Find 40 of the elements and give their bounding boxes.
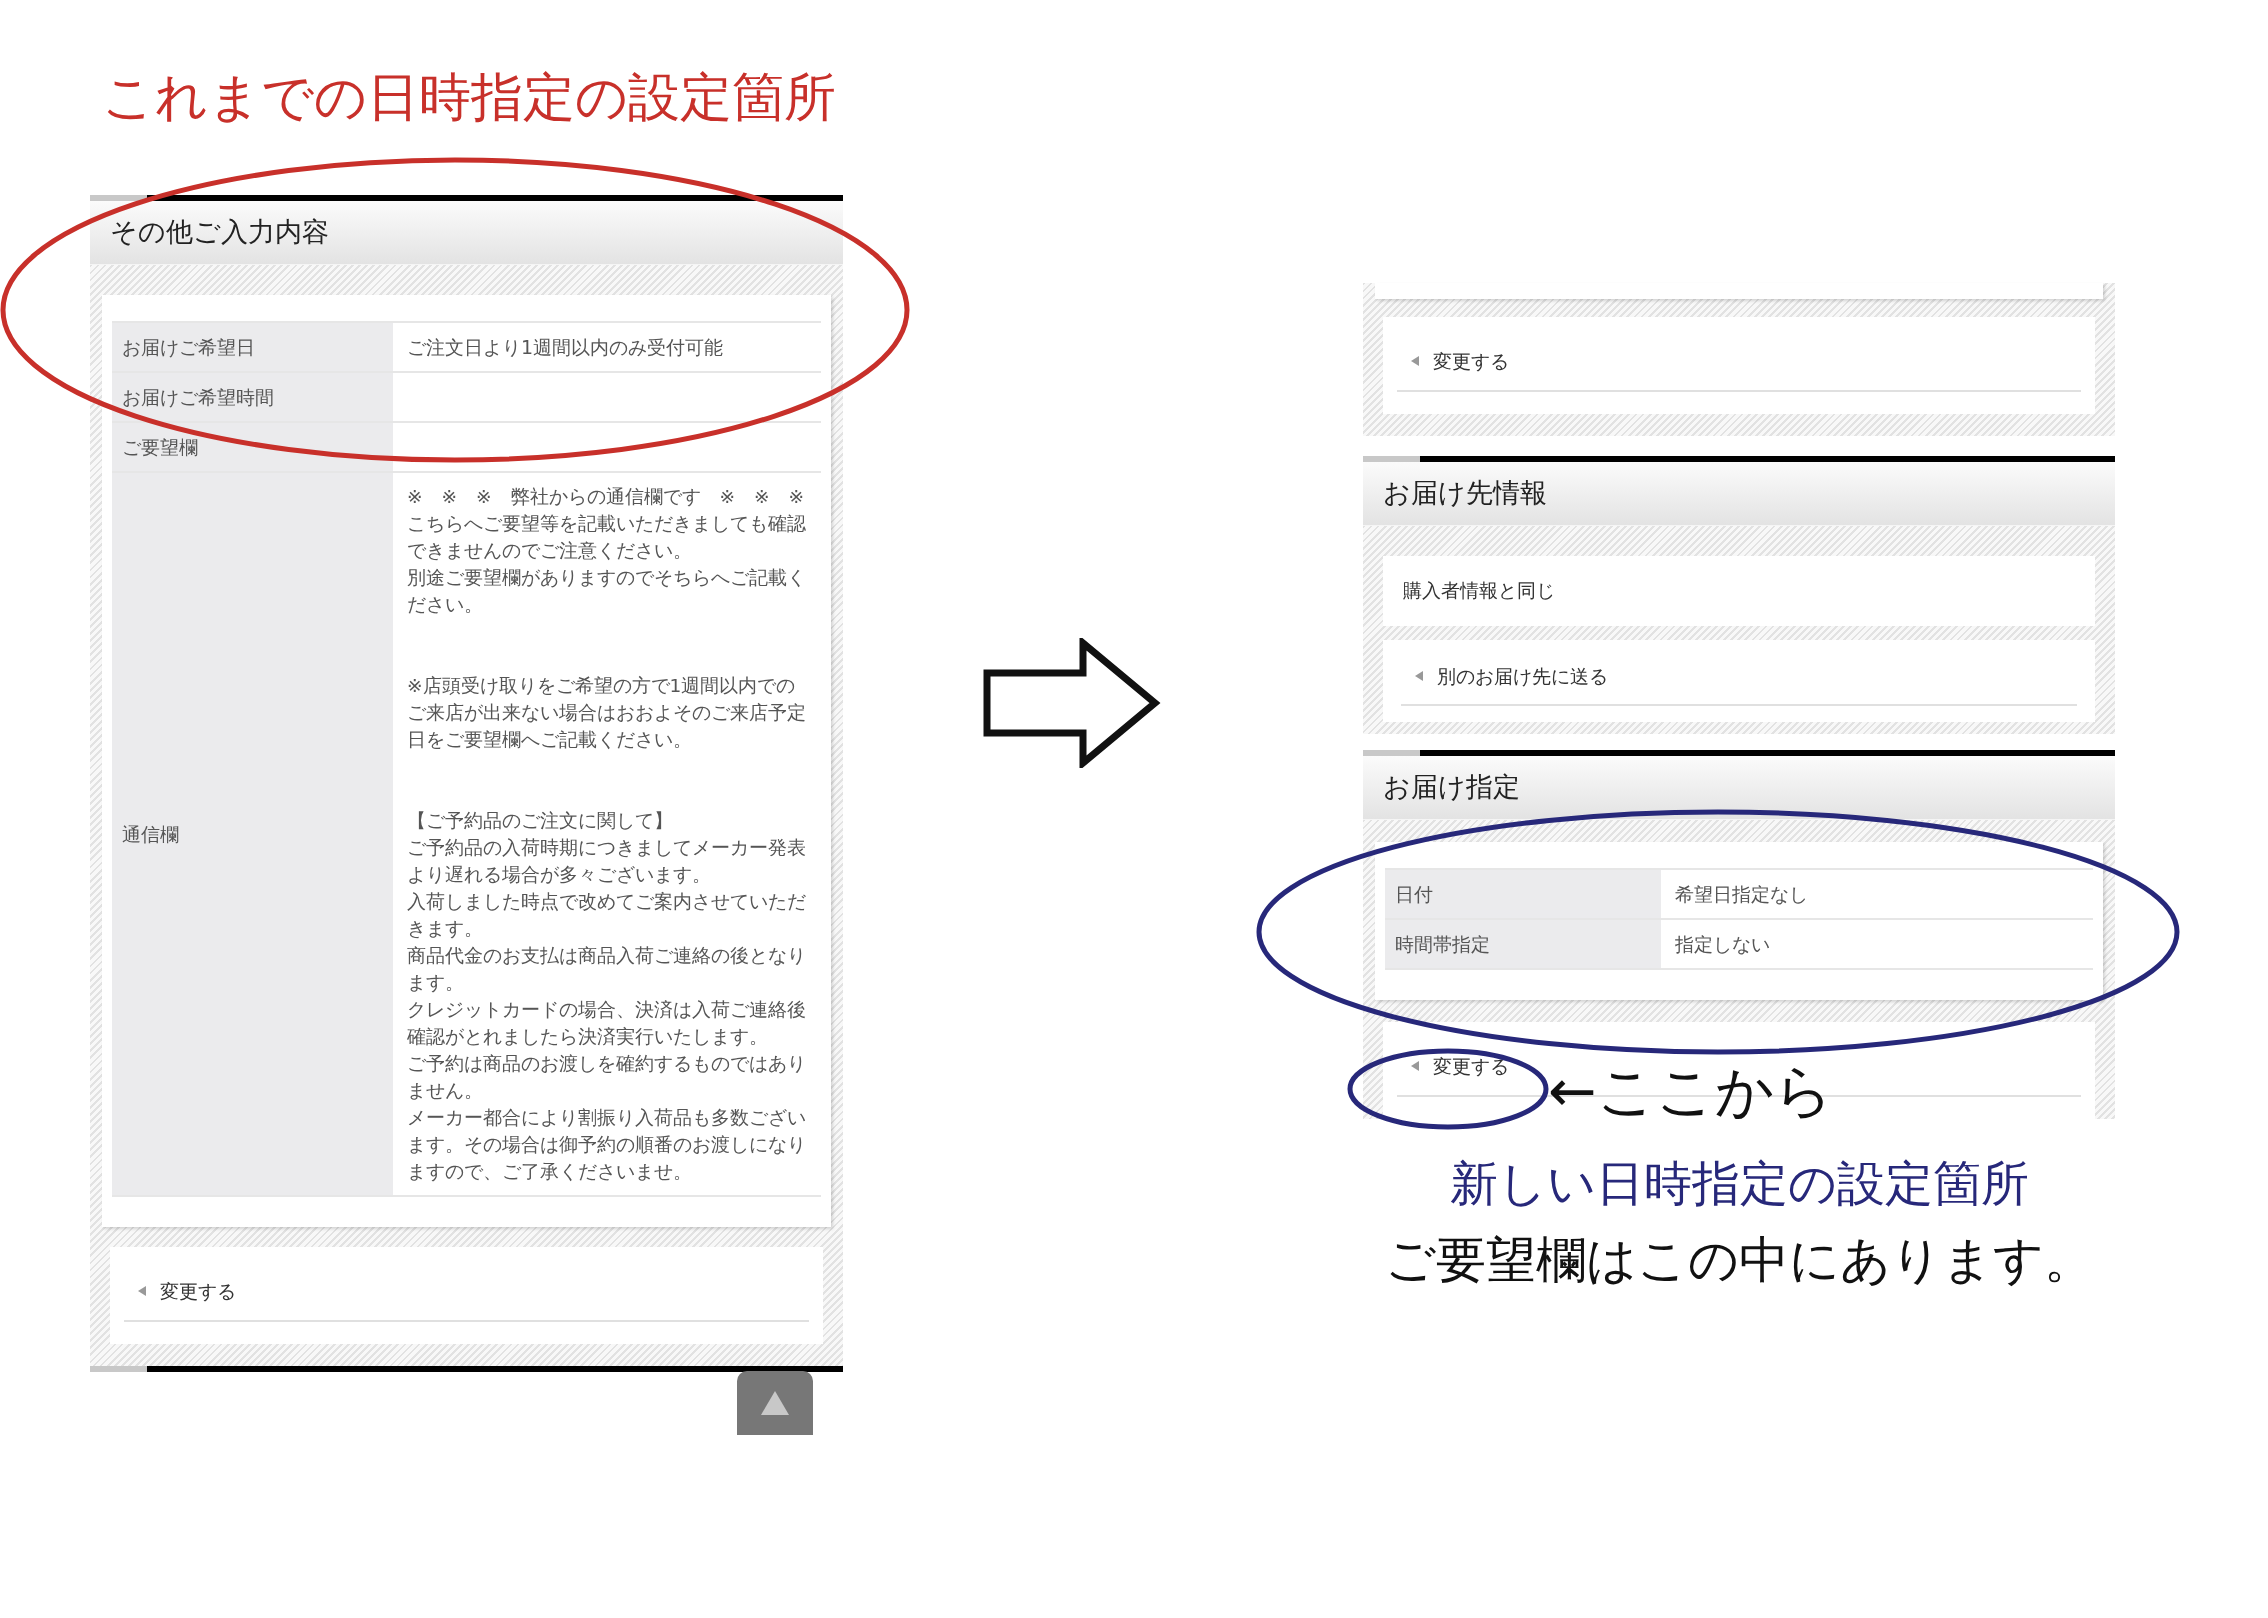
message-text: ※店頭受け取りをご希望の方で1週間以内でのご来店が出来ない場合はおおよそのご来店予定日をご要望欄へご記載ください。	[407, 674, 807, 752]
option-label: 購入者情報と同じ	[1403, 578, 1555, 604]
section-title: お届け先情報	[1383, 475, 1547, 510]
row-label: お届けご希望時間	[122, 384, 274, 410]
row-value: 希望日指定なし	[1675, 881, 1809, 907]
caret-icon	[1411, 356, 1419, 367]
message-text: 入荷しました時点で改めてご案内させていただきます。	[407, 890, 807, 941]
caret-icon	[1415, 670, 1423, 681]
new-location-caption: 新しい日時指定の設定箇所	[1449, 1153, 2029, 1213]
message-text: 別途ご要望欄がありますのでそちらへご記載ください。	[407, 566, 807, 617]
option-link[interactable]: 別のお届け先に送る	[1437, 661, 1608, 690]
message-text: ご予約品の入荷時期につきましてメーカー発表より遅れる場合が多々ございます。	[407, 836, 807, 887]
caret-icon	[1411, 1061, 1419, 1072]
row-value: ご注文日より1週間以内のみ受付可能	[407, 334, 725, 360]
row-value: 指定しない	[1675, 931, 1771, 957]
row-label: お届けご希望日	[122, 334, 255, 360]
message-text: こちらへご要望等を記載いただきましても確認できませんのでご注意ください。	[407, 512, 807, 563]
change-link[interactable]: 変更する	[1433, 1052, 1509, 1081]
message-text: 【ご予約品のご注文に関して】	[407, 809, 674, 833]
right-arrow-icon	[983, 638, 1163, 768]
note-text: ご要望欄はこの中にあります。	[1384, 1229, 2094, 1291]
message-text: クレジットカードの場合、決済は入荷ご連絡後確認がとれましたら決済実行いたします。	[407, 998, 807, 1049]
caret-icon	[138, 1286, 146, 1297]
row-label: 日付	[1395, 881, 1433, 907]
up-triangle-icon	[761, 1391, 789, 1415]
row-label: ご要望欄	[122, 434, 198, 460]
row-label: 時間帯指定	[1395, 931, 1490, 957]
section-title: その他ご入力内容	[110, 215, 329, 250]
scroll-top-button[interactable]	[737, 1371, 813, 1435]
change-link[interactable]: 変更する	[160, 1277, 236, 1306]
message-text: 商品代金のお支払は商品入荷ご連絡の後となります。	[407, 944, 807, 995]
section-title: お届け指定	[1383, 770, 1520, 805]
pointer-note: ←ここから	[1548, 1056, 1833, 1127]
old-location-caption: これまでの日時指定の設定箇所	[102, 66, 837, 129]
message-text: メーカー都合により割振り入荷品も多数ございます。その場合は御予約の順番のお渡しになりますので、ご了承くださいませ。	[407, 1106, 807, 1184]
message-text: ご予約は商品のお渡しを確約するものではありません。	[407, 1052, 807, 1103]
row-label: 通信欄	[122, 821, 179, 847]
option-card[interactable]: 購入者情報と同じ	[1383, 555, 2095, 626]
change-link[interactable]: 変更する	[1433, 347, 1509, 376]
message-text: ※ ※ ※ 弊社からの通信欄です ※ ※ ※	[407, 485, 805, 509]
